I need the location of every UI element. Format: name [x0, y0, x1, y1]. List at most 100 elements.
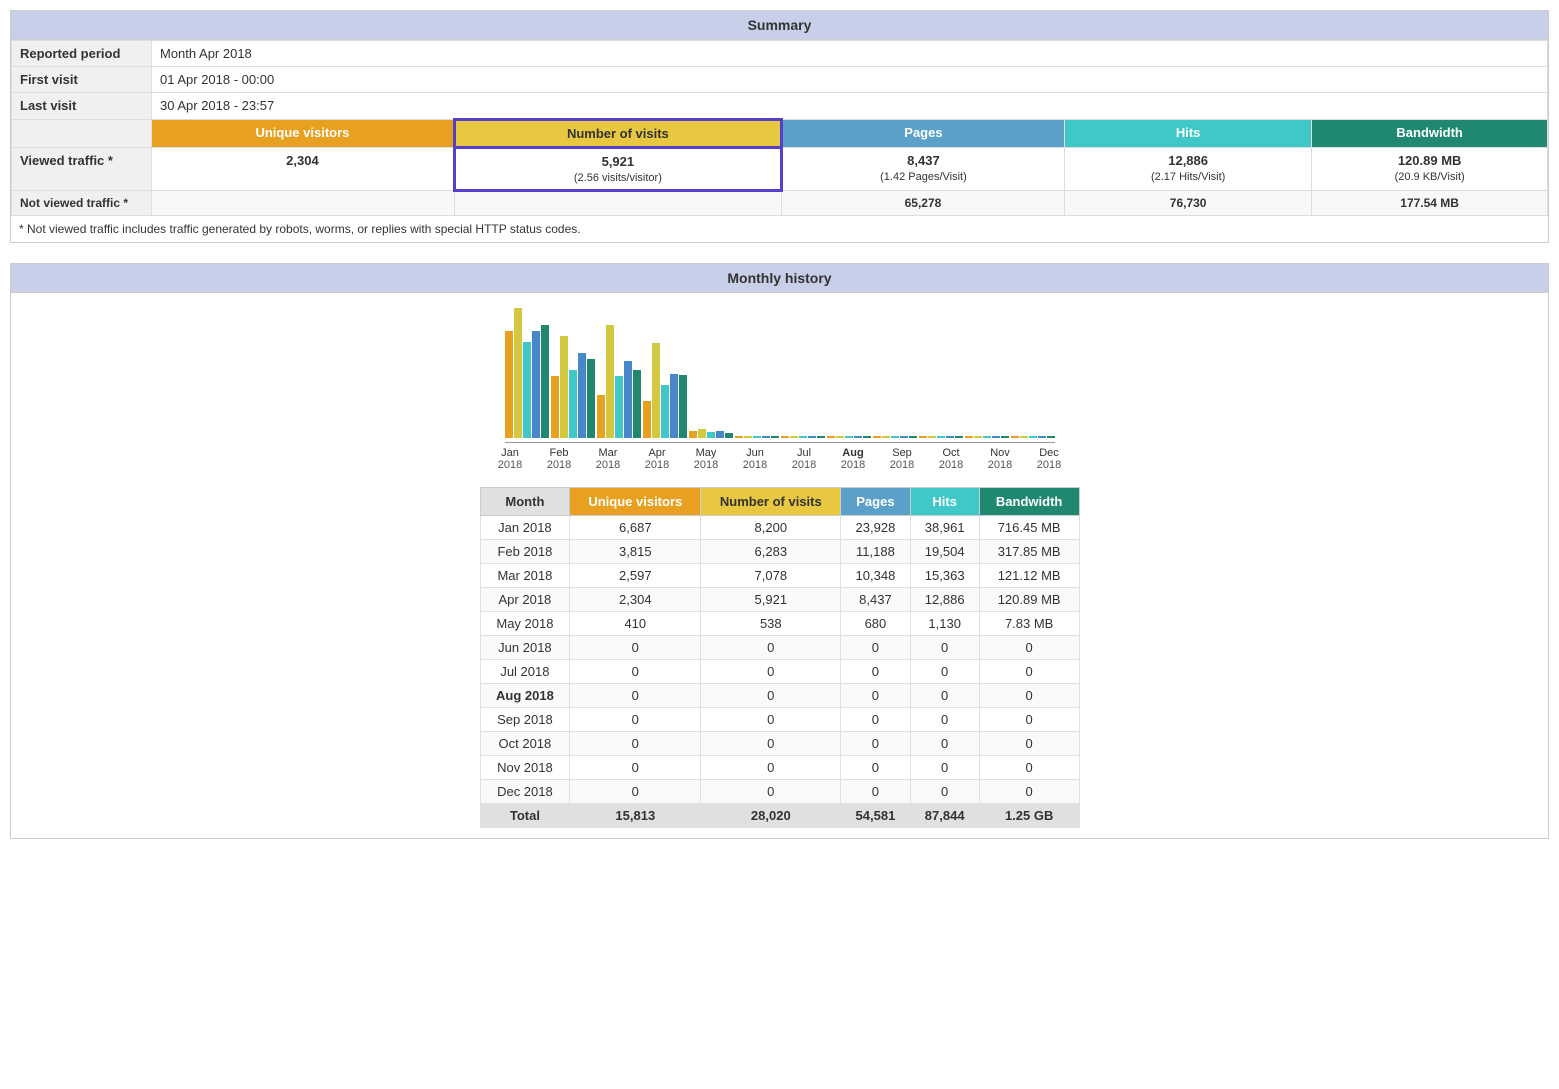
- bar-green: [541, 325, 549, 438]
- cell-visits: 0: [701, 780, 841, 804]
- bar-group-feb: [551, 336, 595, 438]
- bar-blue: [1038, 436, 1046, 438]
- cell-hits: 15,363: [910, 564, 979, 588]
- th-bandwidth: Bandwidth: [979, 488, 1079, 516]
- chart-labels: Jan2018Feb2018Mar2018Apr2018May2018Jun20…: [487, 447, 1073, 471]
- cell-hits: 0: [910, 660, 979, 684]
- bar-blue: [854, 436, 862, 438]
- cell-unique: 0: [570, 708, 701, 732]
- history-row-2: Mar 20182,5977,07810,34815,363121.12 MB: [480, 564, 1079, 588]
- cell-bandwidth: 0: [979, 636, 1079, 660]
- bar-blue: [900, 436, 908, 438]
- history-row-4: May 20184105386801,1307.83 MB: [480, 612, 1079, 636]
- bar-yellow: [928, 436, 936, 438]
- chart-label-nov: Nov2018: [977, 447, 1024, 471]
- bar-orange: [781, 436, 789, 438]
- cell-unique: 0: [570, 756, 701, 780]
- cell-hits: 0: [910, 636, 979, 660]
- not-viewed-pages: 65,278: [781, 191, 1064, 216]
- bar-orange: [827, 436, 835, 438]
- cell-unique: 0: [570, 732, 701, 756]
- history-table: Month Unique visitors Number of visits P…: [480, 487, 1080, 828]
- viewed-unique: 2,304: [152, 148, 455, 191]
- history-row-9: Oct 201800000: [480, 732, 1079, 756]
- cell-visits: 6,283: [701, 540, 841, 564]
- first-visit-value: 01 Apr 2018 - 00:00: [152, 67, 1548, 93]
- history-section: Monthly history Jan2018Feb2018Mar2018Apr…: [10, 263, 1549, 839]
- viewed-hits: 12,886 (2.17 Hits/Visit): [1065, 148, 1312, 191]
- bar-group-jan: [505, 308, 549, 438]
- bar-yellow: [882, 436, 890, 438]
- cell-hits: 0: [910, 684, 979, 708]
- bar-yellow: [698, 429, 706, 438]
- cell-hits: 0: [910, 780, 979, 804]
- history-row-6: Jul 201800000: [480, 660, 1079, 684]
- bar-green: [587, 359, 595, 438]
- bar-group-jul: [781, 436, 825, 438]
- column-headers-row: Unique visitors Number of visits Pages H…: [12, 120, 1548, 148]
- total-unique: 15,813: [570, 804, 701, 828]
- cell-pages: 0: [841, 660, 910, 684]
- bar-yellow: [560, 336, 568, 438]
- cell-month: Nov 2018: [480, 756, 570, 780]
- col-header-pages: Pages: [781, 120, 1064, 148]
- last-visit-row: Last visit 30 Apr 2018 - 23:57: [12, 93, 1548, 120]
- bar-orange: [689, 431, 697, 438]
- th-unique: Unique visitors: [570, 488, 701, 516]
- summary-section: Summary Reported period Month Apr 2018 F…: [10, 10, 1549, 243]
- cell-pages: 0: [841, 636, 910, 660]
- total-label: Total: [480, 804, 570, 828]
- chart-label-mar: Mar2018: [585, 447, 632, 471]
- chart-label-apr: Apr2018: [634, 447, 681, 471]
- bar-group-nov: [965, 436, 1009, 438]
- bar-yellow: [652, 343, 660, 438]
- total-bandwidth: 1.25 GB: [979, 804, 1079, 828]
- bar-teal: [1029, 436, 1037, 438]
- cell-pages: 0: [841, 780, 910, 804]
- chart-container: Jan2018Feb2018Mar2018Apr2018May2018Jun20…: [11, 293, 1548, 471]
- cell-pages: 23,928: [841, 516, 910, 540]
- chart-label-sep: Sep2018: [879, 447, 926, 471]
- cell-month: Jan 2018: [480, 516, 570, 540]
- cell-hits: 1,130: [910, 612, 979, 636]
- history-row-5: Jun 201800000: [480, 636, 1079, 660]
- bar-group-dec: [1011, 436, 1055, 438]
- bar-teal: [891, 436, 899, 438]
- bar-green: [863, 436, 871, 438]
- cell-hits: 0: [910, 756, 979, 780]
- cell-month: May 2018: [480, 612, 570, 636]
- cell-unique: 2,597: [570, 564, 701, 588]
- not-viewed-label: Not viewed traffic *: [12, 191, 152, 216]
- first-visit-label: First visit: [12, 67, 152, 93]
- cell-hits: 0: [910, 732, 979, 756]
- chart-label-jun: Jun2018: [732, 447, 779, 471]
- cell-hits: 38,961: [910, 516, 979, 540]
- last-visit-label: Last visit: [12, 93, 152, 120]
- bar-blue: [532, 331, 540, 438]
- bar-teal: [845, 436, 853, 438]
- history-row-11: Dec 201800000: [480, 780, 1079, 804]
- cell-pages: 0: [841, 756, 910, 780]
- cell-month: Jul 2018: [480, 660, 570, 684]
- chart-label-may: May2018: [683, 447, 730, 471]
- bar-teal: [983, 436, 991, 438]
- cell-unique: 0: [570, 684, 701, 708]
- bar-green: [909, 436, 917, 438]
- cell-hits: 19,504: [910, 540, 979, 564]
- history-header: Monthly history: [11, 264, 1548, 293]
- last-visit-value: 30 Apr 2018 - 23:57: [152, 93, 1548, 120]
- bar-green: [771, 436, 779, 438]
- cell-bandwidth: 0: [979, 732, 1079, 756]
- bar-yellow: [1020, 436, 1028, 438]
- viewed-visits: 5,921 (2.56 visits/visitor): [454, 148, 781, 191]
- bar-teal: [753, 436, 761, 438]
- col-header-unique: Unique visitors: [152, 120, 455, 148]
- bar-group-may: [689, 429, 733, 438]
- cell-unique: 0: [570, 780, 701, 804]
- bar-blue: [624, 361, 632, 438]
- bar-group-sep: [873, 436, 917, 438]
- chart-label-oct: Oct2018: [928, 447, 975, 471]
- cell-pages: 8,437: [841, 588, 910, 612]
- cell-visits: 0: [701, 732, 841, 756]
- history-row-8: Sep 201800000: [480, 708, 1079, 732]
